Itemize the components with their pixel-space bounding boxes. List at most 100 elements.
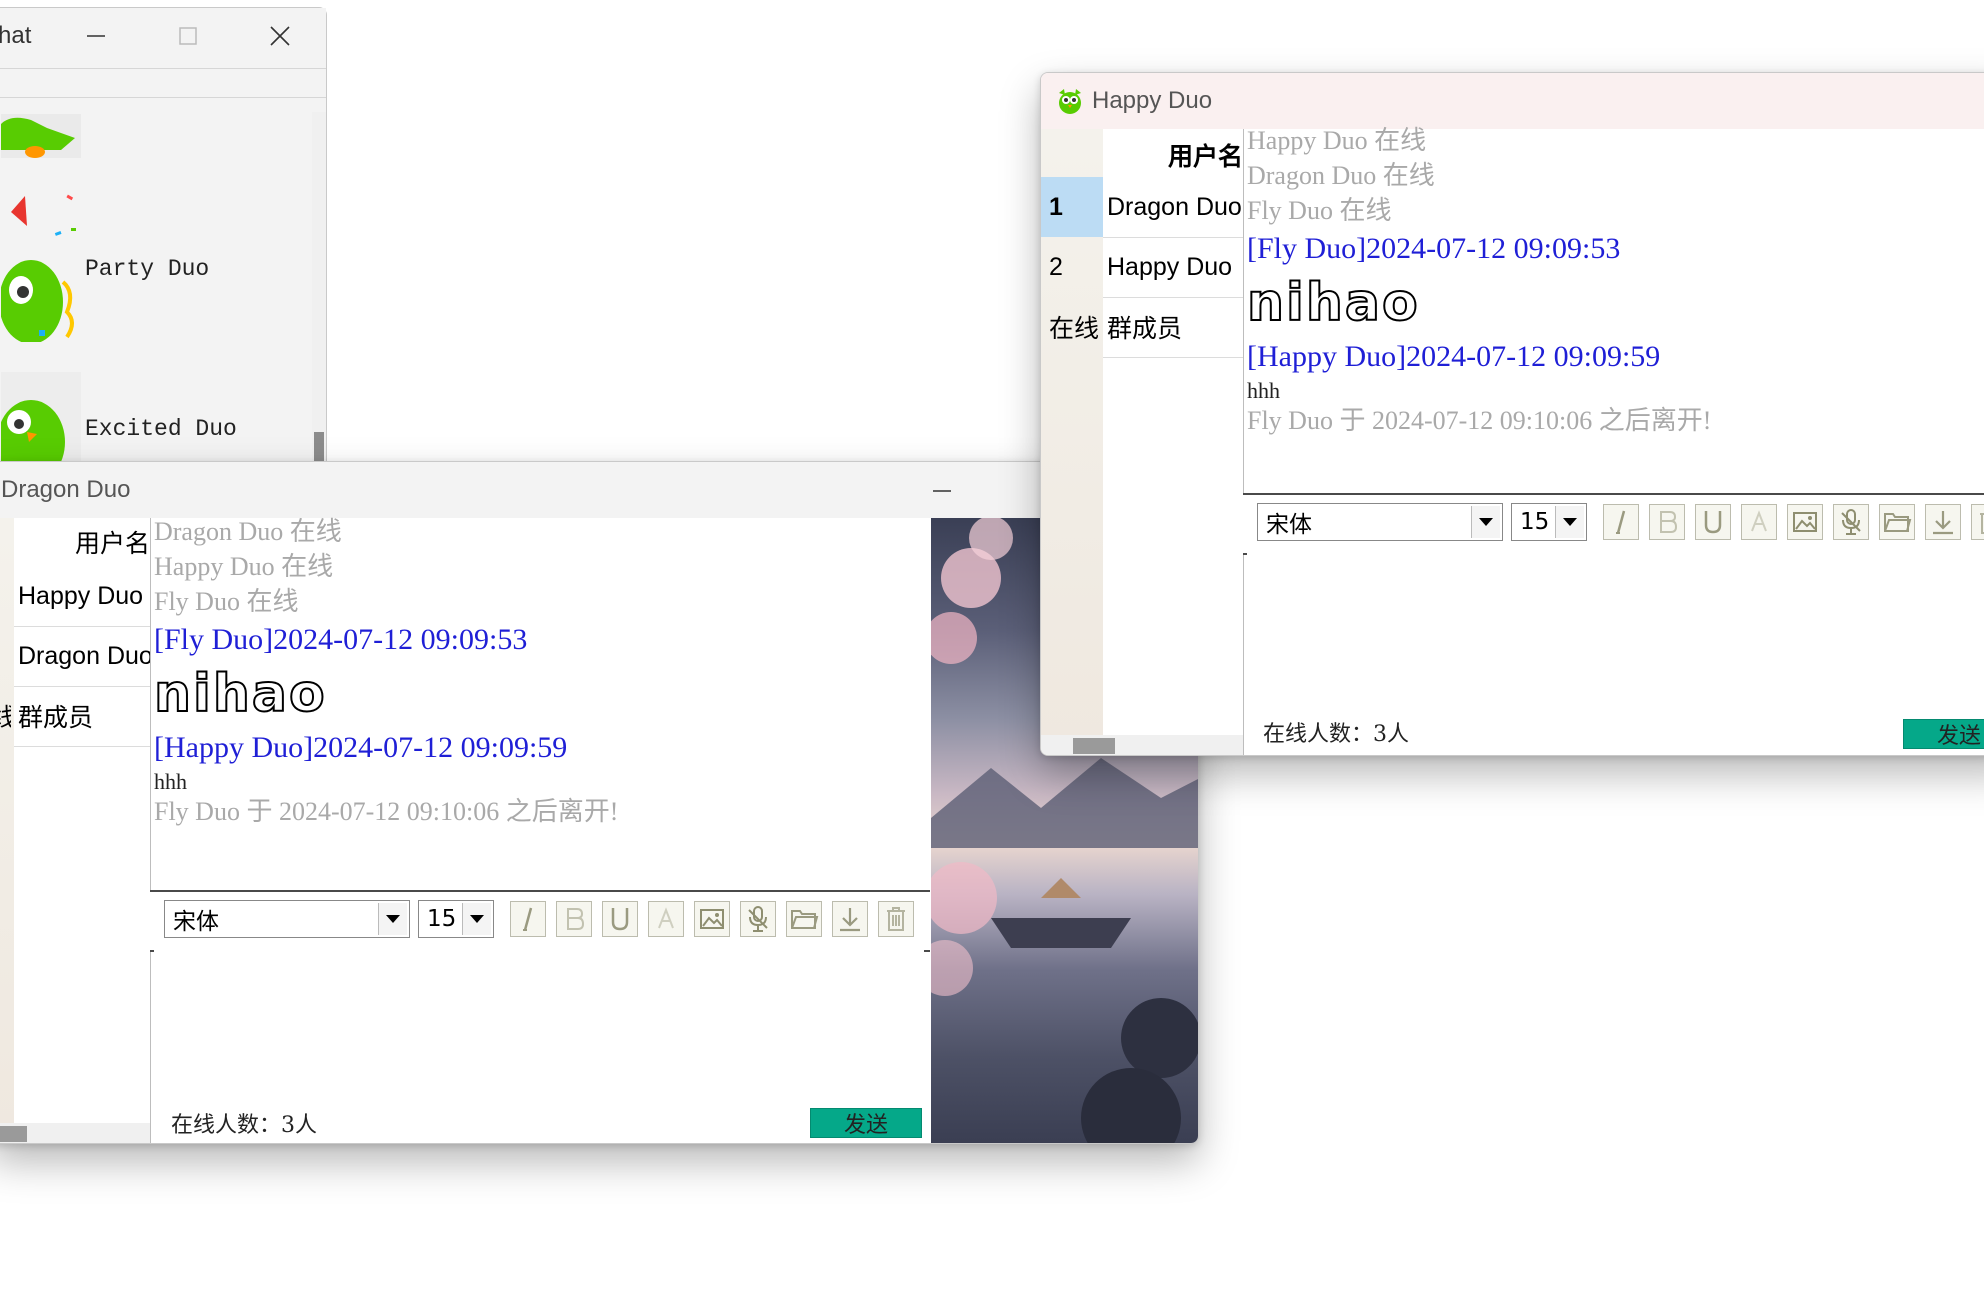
leave-notice: Fly Duo 于 2024-07-12 09:10:06 之后离开! (1247, 406, 1712, 435)
folder-button[interactable] (1879, 504, 1915, 540)
voice-button[interactable] (740, 901, 776, 937)
download-icon (840, 908, 860, 932)
row-index: 在线 (1049, 315, 1100, 343)
underline-button[interactable] (602, 901, 638, 937)
chevron-down-icon (1555, 506, 1584, 538)
minimize-button[interactable] (931, 480, 971, 500)
message-art-text: nihao (154, 663, 327, 725)
maximize-button[interactable] (142, 8, 234, 64)
send-button[interactable]: 发送 (1903, 719, 1984, 749)
title-bar: Happy Duo (1041, 73, 1984, 129)
trash-icon (887, 907, 905, 931)
font-family-select[interactable]: 宋体 (164, 900, 410, 938)
voice-button[interactable] (1833, 504, 1869, 540)
message-input[interactable] (154, 950, 924, 1090)
system-message: Dragon Duo 在线 (1247, 161, 1435, 190)
underline-button[interactable] (1695, 504, 1731, 540)
member-name: Happy Duo (18, 581, 144, 610)
save-button[interactable] (1925, 504, 1961, 540)
row-index: 线 (0, 686, 11, 746)
minimize-icon (933, 490, 951, 492)
table-row[interactable]: 线 群成员 (0, 686, 150, 746)
bold-button[interactable] (556, 901, 592, 937)
table-row[interactable]: 在线 群成员 (1041, 297, 1243, 357)
message-body: hhh (154, 769, 187, 794)
chat-window-happy-duo: Happy Duo 用户名 1 Dragon Duo 2 Happy Duo 在… (1040, 72, 1984, 756)
system-message: Happy Duo 在线 (154, 552, 334, 581)
chat-window-dragon-duo: Dragon Duo 用户名 Happy Duo Dragon Duo 线 群成… (0, 461, 1199, 1144)
folder-icon (791, 910, 819, 929)
chat-log: Dragon Duo 在线 Happy Duo 在线 Fly Duo 在线 [F… (154, 514, 914, 886)
chat-log: Happy Duo 在线 Dragon Duo 在线 Fly Duo 在线 [F… (1247, 123, 1984, 495)
column-header-username[interactable]: 用户名 (1168, 129, 1243, 181)
save-button[interactable] (832, 901, 868, 937)
horizontal-scrollbar[interactable] (0, 1123, 150, 1143)
horizontal-scrollbar[interactable] (1041, 735, 1243, 755)
contact-list: Party Duo Excited Duo (0, 112, 314, 484)
row-index: 2 (1049, 252, 1063, 281)
bold-button[interactable] (1649, 504, 1685, 540)
close-button[interactable] (234, 8, 326, 64)
contact-name[interactable]: Excited Duo (85, 416, 237, 442)
italic-button[interactable] (1603, 504, 1639, 540)
chevron-down-icon (1471, 506, 1500, 538)
window-title: Dragon Duo (1, 476, 131, 503)
font-color-button[interactable] (648, 901, 684, 937)
message-input[interactable] (1247, 553, 1984, 693)
member-name: Dragon Duo (1107, 192, 1242, 221)
contact-avatar[interactable] (1, 114, 81, 158)
table-row[interactable]: 1 Dragon Duo (1041, 177, 1243, 237)
format-toolbar: 宋体 15 (150, 890, 930, 952)
table-row[interactable]: 2 Happy Duo (1041, 237, 1243, 297)
clear-button[interactable] (878, 901, 914, 937)
scrollbar-thumb[interactable] (1073, 738, 1115, 754)
leave-notice: Fly Duo 于 2024-07-12 09:10:06 之后离开! (154, 797, 619, 826)
folder-button[interactable] (786, 901, 822, 937)
title-bar: hat (0, 8, 326, 64)
message-header: [Happy Duo]2024-07-12 09:09:59 (1247, 340, 1661, 373)
scrollbar-thumb[interactable] (0, 1126, 27, 1142)
column-header-username[interactable]: 用户名 (75, 518, 150, 566)
title-bar: Dragon Duo (0, 462, 1198, 518)
message-art-text: nihao (1247, 272, 1420, 334)
member-name: Dragon Duo (18, 641, 151, 670)
member-table: 用户名 Happy Duo Dragon Duo 线 群成员 (0, 518, 151, 1143)
image-button[interactable] (1787, 504, 1823, 540)
underline-icon (611, 908, 629, 931)
font-color-icon (1751, 510, 1767, 532)
font-size-select[interactable]: 15 (1511, 503, 1587, 541)
system-message: Dragon Duo 在线 (154, 517, 342, 546)
online-count: 在线人数：3人 (171, 1113, 317, 1138)
duo-owl-icon (1059, 89, 1081, 114)
bold-icon (567, 908, 585, 930)
chevron-down-icon (378, 903, 407, 935)
italic-icon (1616, 510, 1626, 534)
minimize-button[interactable] (50, 8, 142, 64)
contact-avatar[interactable] (0, 172, 81, 344)
font-family-value: 宋体 (1266, 512, 1312, 538)
contact-name[interactable]: Party Duo (85, 256, 209, 282)
image-button[interactable] (694, 901, 730, 937)
table-row[interactable]: Happy Duo (0, 566, 150, 626)
table-row[interactable]: Dragon Duo (0, 626, 150, 686)
party-duo-icon (0, 194, 76, 344)
member-name: 群成员 (18, 704, 94, 732)
system-message: Fly Duo 在线 (154, 587, 299, 616)
italic-button[interactable] (510, 901, 546, 937)
table-header: 用户名 (1103, 129, 1243, 177)
font-size-select[interactable]: 15 (418, 900, 494, 938)
font-family-select[interactable]: 宋体 (1257, 503, 1503, 541)
window-title: Happy Duo (1092, 87, 1213, 114)
italic-icon (523, 907, 533, 931)
online-count: 在线人数：3人 (1263, 722, 1409, 747)
font-color-button[interactable] (1741, 504, 1777, 540)
font-color-icon (658, 907, 674, 929)
font-size-value: 15 (1520, 509, 1550, 535)
close-icon (270, 26, 290, 46)
member-table: 用户名 1 Dragon Duo 2 Happy Duo 在线 群成员 (1041, 129, 1244, 755)
send-button[interactable]: 发送 (810, 1108, 922, 1138)
download-icon (1933, 511, 1953, 535)
minimize-icon (87, 35, 105, 37)
clear-button[interactable] (1971, 504, 1984, 540)
vertical-scrollbar[interactable] (312, 112, 326, 470)
